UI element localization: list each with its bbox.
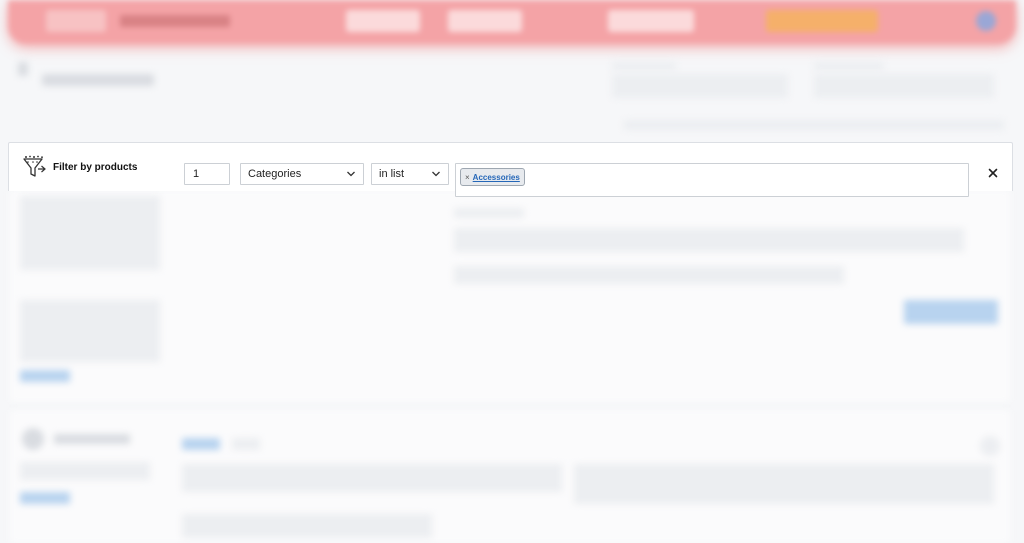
operator-select[interactable]: in list [371,163,449,185]
learn-more-link [20,370,70,382]
field-select[interactable]: Categories [240,163,364,185]
tag-remove-button[interactable]: × [465,173,470,182]
description-text [20,196,160,270]
quantity-input[interactable] [184,163,230,185]
tag-label[interactable]: Accessories [473,173,520,182]
info-text [624,120,1004,130]
header-button[interactable] [448,10,522,32]
description-text [20,462,150,480]
text-field [454,228,964,252]
header-logo [46,10,106,32]
filter-header: Filter by products [21,155,137,179]
option-row [454,266,844,284]
field-label [814,62,884,70]
text-field [182,464,562,492]
chevron-down-icon [347,171,355,177]
learn-more-link [20,492,70,504]
tab [232,438,260,450]
text-field [182,514,432,538]
option-block [574,464,994,504]
tab [182,438,220,450]
select-field [814,74,994,98]
chevron-down-icon [432,171,440,177]
field-label [454,208,524,218]
filter-title: Filter by products [53,161,138,173]
avatar[interactable] [976,11,996,31]
action-button [904,300,998,324]
header-button[interactable] [346,10,420,32]
card-toggle [980,436,1000,456]
close-icon[interactable] [987,167,999,179]
tag-chip: × Accessories [460,168,525,186]
card-title [54,434,130,444]
header-title [120,15,230,27]
filter-funnel-icon [21,155,47,179]
filter-by-products-card: Filter by products Categories in list × … [8,142,1013,197]
field-label [612,62,676,70]
filter-card-body [10,190,1010,402]
operator-select-value: in list [379,168,405,180]
header-button[interactable] [608,10,694,32]
page-title [42,74,154,86]
card-icon [22,428,44,450]
back-icon [18,62,28,76]
description-text [20,300,160,362]
select-field [612,74,788,98]
field-select-value: Categories [248,168,302,180]
tags-input[interactable]: × Accessories [455,163,969,197]
top-header-bar [8,0,1016,44]
header-accent-button[interactable] [766,10,878,32]
